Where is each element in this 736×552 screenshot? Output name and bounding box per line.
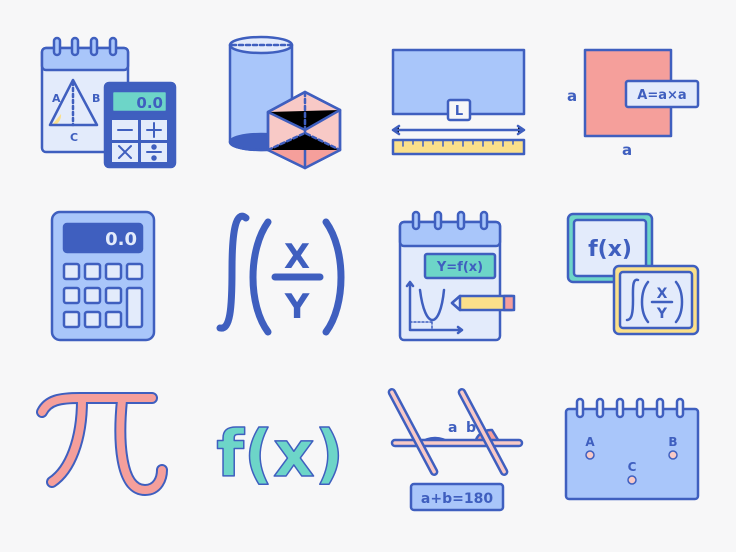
function-graph-notepad-icon: Y=f(x): [398, 210, 516, 342]
length-label: L: [455, 104, 463, 119]
numerator: X: [657, 286, 668, 302]
point-b-label: B: [668, 435, 677, 449]
calculator-icon: 0.0: [50, 210, 156, 342]
side-label-bottom: a: [622, 141, 632, 159]
calc-display: 0.0: [136, 94, 163, 112]
calc-display: 0.0: [105, 229, 137, 250]
denominator: Y: [656, 306, 668, 322]
angle-b-label: b: [466, 420, 476, 436]
card-function: f(x): [588, 237, 632, 262]
point-a-label: A: [585, 435, 595, 449]
side-label-left: a: [567, 87, 577, 105]
numerator: X: [284, 237, 310, 277]
label-a: A: [52, 92, 61, 105]
point-c-label: C: [628, 460, 637, 474]
function-symbol: f(x): [216, 418, 344, 492]
math-icon-set: A B C 0.0 L A=a×a a a 0.0 X Y Y=f(x) f(x…: [0, 0, 736, 552]
points-notepad-icon: A B C: [564, 397, 700, 501]
label-b: B: [92, 92, 100, 105]
label-c: C: [70, 131, 78, 144]
angle-a-label: a: [448, 420, 457, 436]
denominator: Y: [284, 287, 310, 327]
function-symbol-icon: f(x): [215, 417, 344, 493]
area-formula: A=a×a: [637, 88, 686, 103]
function-formula: Y=f(x): [436, 260, 483, 275]
angle-sum-formula: a+b=180: [421, 491, 493, 507]
